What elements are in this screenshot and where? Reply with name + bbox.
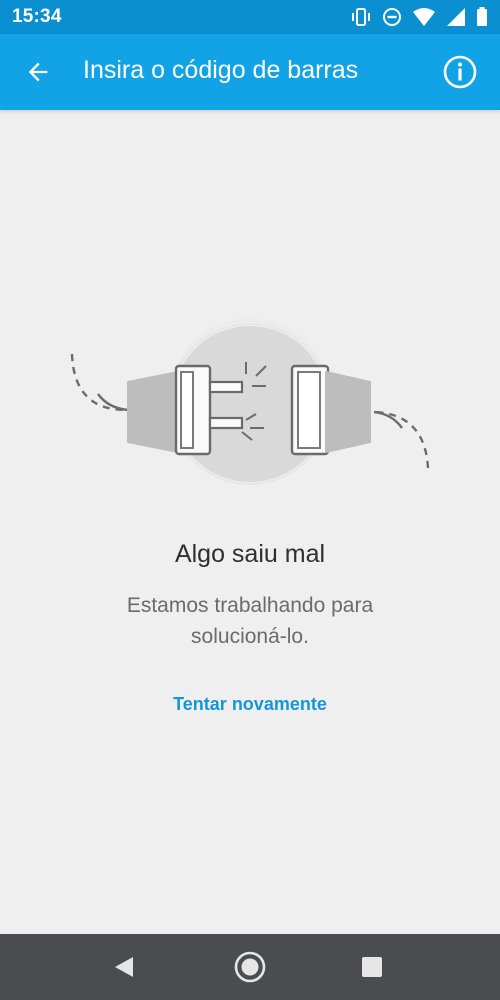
page-title: Insira o código de barras	[83, 56, 359, 84]
arrow-back-icon	[28, 62, 48, 82]
status-icons	[350, 6, 488, 28]
error-message-text: Estamos trabalhando para solucioná-lo.	[126, 594, 374, 648]
recents-square-icon	[362, 957, 382, 977]
app-bar: Insira o código de barras	[0, 34, 500, 110]
do-not-disturb-icon	[383, 8, 401, 26]
home-circle-icon	[234, 951, 266, 983]
battery-icon	[477, 7, 487, 26]
navigation-bar	[0, 934, 500, 1000]
nav-recents-button[interactable]	[352, 947, 392, 987]
signal-icon	[447, 8, 465, 26]
nav-back-button[interactable]	[104, 947, 144, 987]
disconnected-plug-icon	[70, 318, 430, 485]
status-bar: 15:34	[0, 0, 500, 34]
retry-button[interactable]: Tentar novamente	[0, 694, 500, 715]
nav-home-button[interactable]	[230, 947, 270, 987]
status-time: 15:34	[12, 6, 62, 27]
info-icon	[443, 55, 477, 89]
disconnected-plug-illustration	[60, 310, 440, 500]
back-triangle-icon	[115, 957, 133, 977]
error-message: Estamos trabalhando para solucioná-lo.	[0, 590, 500, 652]
error-title: Algo saiu mal	[174, 540, 326, 568]
wifi-icon	[413, 8, 435, 26]
info-button[interactable]	[440, 52, 480, 92]
back-button[interactable]	[18, 52, 58, 92]
vibrate-icon	[352, 8, 370, 26]
